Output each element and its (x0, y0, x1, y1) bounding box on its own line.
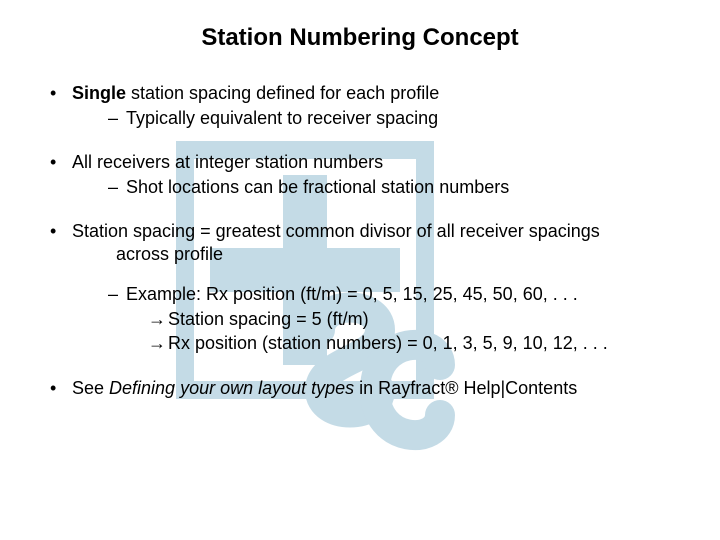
bullet-1-rest: station spacing defined for each profile (126, 83, 439, 103)
bullet-4: See Defining your own layout types in Ra… (44, 377, 690, 400)
bullet-4-italic: Defining your own layout types (109, 378, 354, 398)
bullet-3-example: Example: Rx position (ft/m) = 0, 5, 15, … (108, 283, 690, 355)
bullet-3: Station spacing = greatest common diviso… (44, 220, 690, 355)
bullet-1-sub-1: Typically equivalent to receiver spacing (108, 107, 690, 130)
bullet-1: Single station spacing defined for each … (44, 82, 690, 129)
bullet-3-line1: Station spacing = greatest common diviso… (72, 221, 600, 241)
bullet-list: Single station spacing defined for each … (0, 82, 720, 399)
bullet-1-strong: Single (72, 83, 126, 103)
bullet-3-derive-1: Station spacing = 5 (ft/m) (148, 308, 690, 331)
slide-content: Station Numbering Concept Single station… (0, 0, 720, 540)
bullet-2-text: All receivers at integer station numbers (72, 152, 383, 172)
bullet-2: All receivers at integer station numbers… (44, 151, 690, 198)
slide-title: Station Numbering Concept (0, 0, 720, 82)
bullet-4-post: in Rayfract® Help|Contents (354, 378, 577, 398)
bullet-2-sub-1: Shot locations can be fractional station… (108, 176, 690, 199)
bullet-3-example-text: Example: Rx position (ft/m) = 0, 5, 15, … (126, 284, 578, 304)
bullet-4-pre: See (72, 378, 109, 398)
bullet-3-line2: across profile (72, 243, 690, 266)
bullet-3-derive-2: Rx position (station numbers) = 0, 1, 3,… (148, 332, 690, 355)
